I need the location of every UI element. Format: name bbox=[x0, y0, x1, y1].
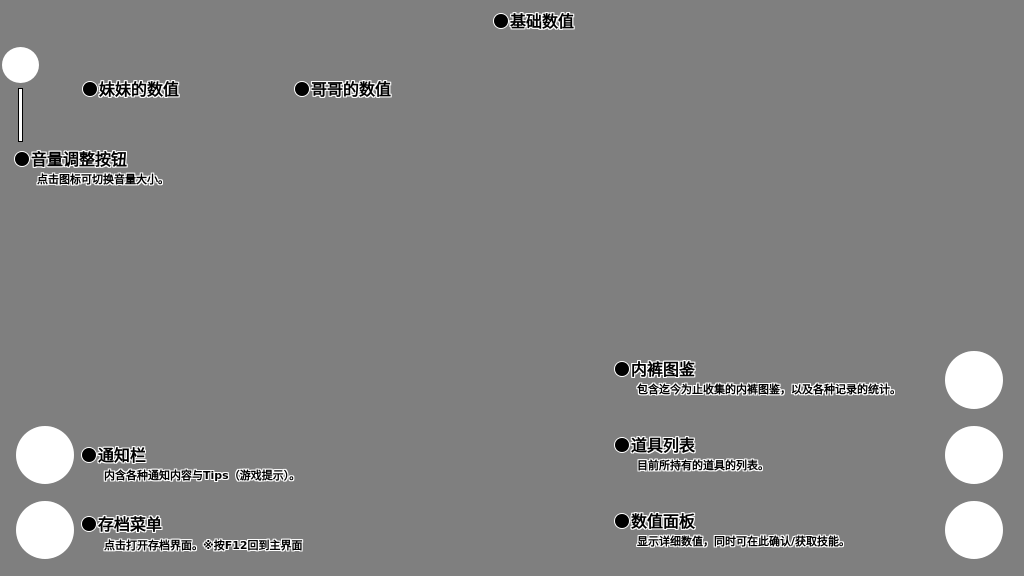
notification-bar-label: 通知栏 bbox=[82, 446, 146, 466]
panty-gallery-text: 内裤图鉴 bbox=[631, 360, 696, 379]
bullet-icon bbox=[82, 517, 96, 531]
volume-button-text: 音量调整按钮 bbox=[31, 150, 128, 169]
save-menu-label: 存档菜单 bbox=[82, 515, 162, 535]
stats-panel-label: 数值面板 bbox=[615, 512, 695, 532]
panty-gallery-description: 包含迄今为止收集的内裤图鉴，以及各种记录的统计。 bbox=[637, 383, 901, 396]
brother-stats-label: 哥哥的数值 bbox=[295, 80, 391, 100]
save-icon[interactable] bbox=[16, 501, 74, 559]
stats-panel-description: 显示详细数值，同时可在此确认/获取技能。 bbox=[637, 535, 851, 548]
item-list-label: 道具列表 bbox=[615, 436, 695, 456]
base-stats-label: 基础数值 bbox=[494, 12, 574, 32]
stats-panel-text: 数值面板 bbox=[631, 512, 696, 531]
bullet-icon bbox=[615, 362, 629, 376]
bullet-icon bbox=[615, 514, 629, 528]
bullet-icon bbox=[494, 14, 508, 28]
notification-icon[interactable] bbox=[16, 426, 74, 484]
bullet-icon bbox=[15, 152, 29, 166]
notification-description: 内含各种通知内容与Tips（游戏提示）。 bbox=[104, 469, 301, 482]
notification-bar-text: 通知栏 bbox=[98, 446, 147, 465]
bullet-icon bbox=[295, 82, 309, 96]
brother-stats-text: 哥哥的数值 bbox=[311, 80, 392, 99]
items-icon[interactable] bbox=[945, 426, 1003, 484]
bullet-icon bbox=[82, 448, 96, 462]
sister-stats-text: 妹妹的数值 bbox=[99, 80, 180, 99]
bullet-icon bbox=[83, 82, 97, 96]
base-stats-text: 基础数值 bbox=[510, 12, 575, 31]
save-menu-text: 存档菜单 bbox=[98, 515, 163, 534]
volume-slider[interactable] bbox=[18, 88, 23, 142]
volume-button-label: 音量调整按钮 bbox=[15, 150, 127, 170]
volume-description: 点击图标可切换音量大小。 bbox=[37, 173, 169, 186]
save-menu-description: 点击打开存档界面。※按F12回到主界面 bbox=[104, 539, 303, 552]
panty-gallery-label: 内裤图鉴 bbox=[615, 360, 695, 380]
item-list-text: 道具列表 bbox=[631, 436, 696, 455]
sister-stats-label: 妹妹的数值 bbox=[83, 80, 179, 100]
gallery-icon[interactable] bbox=[945, 351, 1003, 409]
bullet-icon bbox=[615, 438, 629, 452]
item-list-description: 目前所持有的道具的列表。 bbox=[637, 459, 769, 472]
stats-icon[interactable] bbox=[945, 501, 1003, 559]
volume-icon[interactable] bbox=[2, 47, 39, 83]
